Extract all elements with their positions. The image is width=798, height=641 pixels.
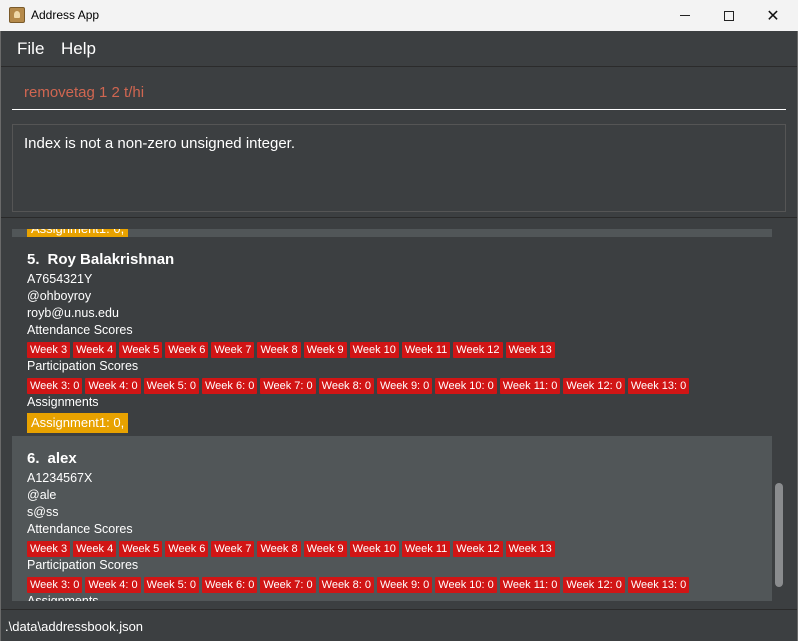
score-tag: Week 10: [349, 342, 399, 358]
score-tag: Week 11: 0: [499, 378, 561, 394]
score-tag: Week 12: 0: [563, 378, 625, 394]
person-index: 6.: [27, 450, 40, 467]
menu-bar: File Help: [1, 31, 797, 67]
address-book-icon: [9, 7, 25, 23]
assignment-tag: Assignment1: 0,: [27, 413, 129, 433]
telegram-handle: @ale: [27, 488, 57, 502]
score-tag: Week 7: [211, 342, 255, 358]
score-tag: Week 4: 0: [85, 378, 141, 394]
participation-label: Participation Scores: [27, 558, 139, 572]
email: royb@u.nus.edu: [27, 306, 119, 320]
result-display: Index is not a non-zero unsigned integer…: [12, 124, 786, 212]
score-tag: Week 6: [165, 342, 209, 358]
score-tag: Week 13: [505, 342, 555, 358]
score-tag: Week 3: 0: [27, 577, 83, 593]
score-tag: Week 7: [211, 541, 255, 557]
score-tag: Week 6: 0: [201, 378, 258, 394]
command-box: [1, 68, 797, 118]
minimize-button[interactable]: [662, 0, 708, 31]
person-name-row: 6. alex: [27, 436, 772, 470]
close-icon: ✕: [766, 5, 780, 25]
score-tag: Week 11: [401, 541, 451, 557]
list-scrollbar[interactable]: [772, 229, 786, 601]
email: s@ss: [27, 505, 59, 519]
student-id: A7654321Y: [27, 272, 93, 286]
score-tag: Week 9: 0: [376, 577, 433, 593]
score-tag: Week 9: [303, 342, 347, 358]
person-index: 5.: [27, 251, 40, 268]
score-tag: Week 9: 0: [376, 378, 433, 394]
score-tag: Week 4: 0: [85, 577, 141, 593]
score-tag: Week 8: 0: [318, 378, 374, 394]
attendance-tags: Week 3 Week 4 Week 5 Week 6 Week 7 Week 8 Week…: [27, 340, 772, 358]
command-input[interactable]: [12, 76, 786, 110]
score-tag: Week 6: [165, 541, 209, 557]
attendance-tags: Week 3 Week 4 Week 5 Week 6 Week 7 Week 8 Week…: [27, 539, 772, 557]
score-tag: Week 12: [453, 342, 503, 358]
person-card[interactable]: 5. Roy Balakrishnan A7654321Y @ohboyroy r…: [12, 237, 772, 436]
person-card-partial[interactable]: Assignment1: 0,: [12, 229, 772, 241]
score-tag: Week 3: [27, 541, 71, 557]
score-tag: Week 13: 0: [627, 378, 690, 394]
score-tag: Week 12: 0: [563, 577, 625, 593]
attendance-label: Attendance Scores: [27, 522, 133, 536]
telegram-handle: @ohboyroy: [27, 289, 92, 303]
maximize-button[interactable]: [706, 0, 752, 31]
menu-help[interactable]: Help: [61, 39, 96, 59]
attendance-label: Attendance Scores: [27, 323, 133, 337]
student-id: A1234567X: [27, 471, 93, 485]
score-tag: Week 5: [119, 342, 163, 358]
score-tag: Week 10: 0: [435, 378, 497, 394]
person-name-row: 5. Roy Balakrishnan: [27, 237, 772, 271]
result-message: Index is not a non-zero unsigned integer…: [24, 135, 296, 152]
score-tag: Week 5: 0: [143, 577, 199, 593]
maximize-icon: [724, 10, 734, 21]
window-frame-left: [0, 31, 1, 641]
save-file-path: .\data\addressbook.json: [5, 619, 144, 634]
score-tag: Week 11: [401, 342, 451, 358]
scrollbar-thumb[interactable]: [775, 483, 783, 587]
score-tag: Week 5: 0: [143, 378, 199, 394]
minimize-icon: [680, 15, 690, 16]
person-card[interactable]: 6. alex A1234567X @ale s@ss Attendance Sc…: [12, 436, 772, 601]
score-tag: Week 6: 0: [201, 577, 258, 593]
assignments-label: Assignments: [27, 594, 99, 601]
title-bar: Address App ✕: [0, 0, 798, 31]
score-tag: Week 10: 0: [435, 577, 497, 593]
score-tag: Week 4: [73, 342, 117, 358]
score-tag: Week 5: [119, 541, 163, 557]
score-tag: Week 8: [257, 342, 301, 358]
score-tag: Week 11: 0: [499, 577, 561, 593]
score-tag: Week 7: 0: [260, 577, 316, 593]
person-list[interactable]: Assignment1: 0, 5. Roy Balakrishnan A7654…: [12, 229, 772, 601]
score-tag: Week 13: 0: [627, 577, 690, 593]
close-button[interactable]: ✕: [750, 0, 796, 31]
participation-label: Participation Scores: [27, 359, 139, 373]
participation-tags: Week 3: 0 Week 4: 0 Week 5: 0 Week 6: 0 Week…: [27, 376, 772, 394]
person-name: alex: [47, 450, 77, 467]
score-tag: Week 13: [505, 541, 555, 557]
score-tag: Week 3: [27, 342, 71, 358]
score-tag: Week 4: [73, 541, 117, 557]
divider: [1, 217, 797, 218]
score-tag: Week 7: 0: [260, 378, 316, 394]
score-tag: Week 3: 0: [27, 378, 83, 394]
score-tag: Week 12: [453, 541, 503, 557]
score-tag: Week 8: 0: [318, 577, 374, 593]
window-title: Address App: [31, 8, 100, 22]
score-tag: Week 10: [349, 541, 399, 557]
assignments-label: Assignments: [27, 395, 99, 409]
score-tag: Week 9: [303, 541, 347, 557]
score-tag: Week 8: [257, 541, 301, 557]
participation-tags: Week 3: 0 Week 4: 0 Week 5: 0 Week 6: 0 Week…: [27, 575, 772, 593]
person-name: Roy Balakrishnan: [47, 251, 175, 268]
menu-file[interactable]: File: [17, 39, 44, 59]
status-bar: .\data\addressbook.json: [1, 609, 797, 641]
